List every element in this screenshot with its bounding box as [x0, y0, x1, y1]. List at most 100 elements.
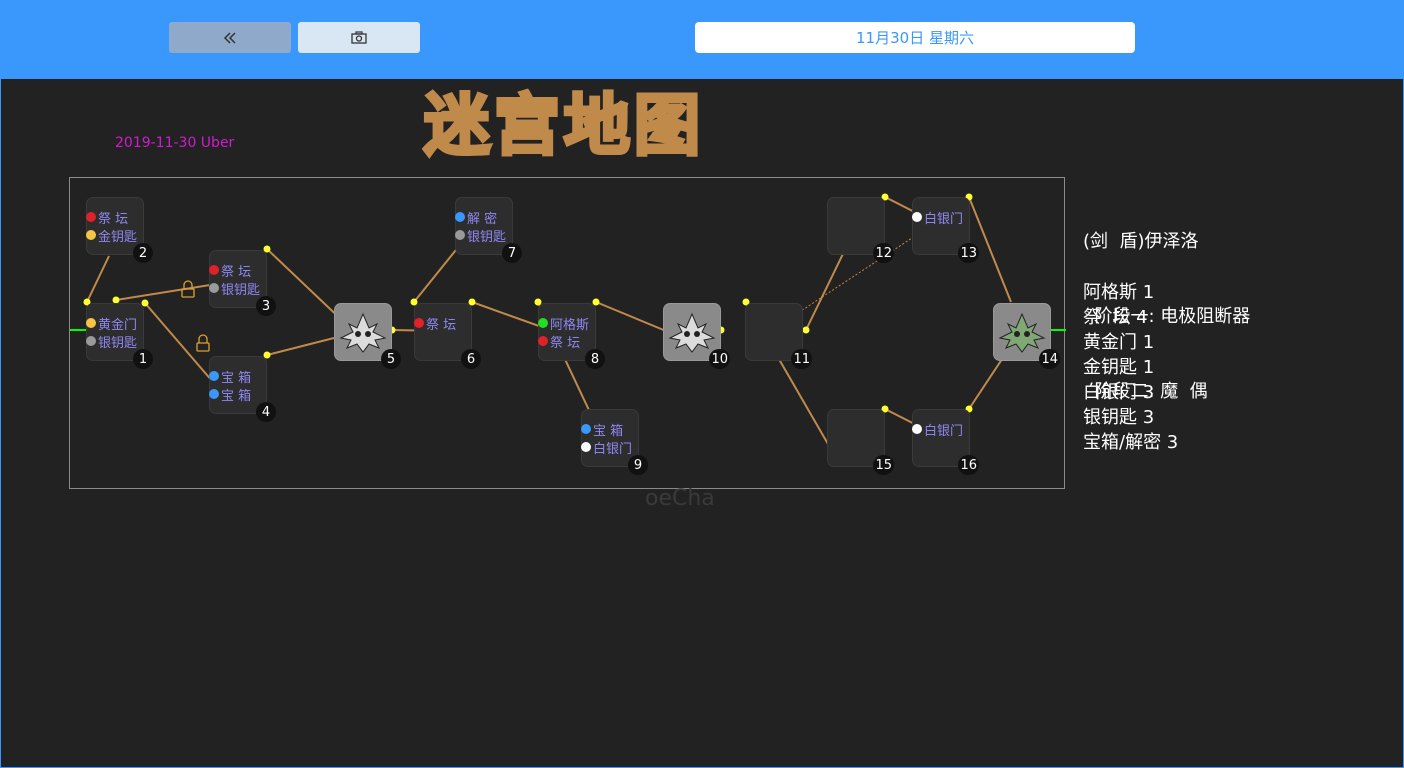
item-label: 银钥匙	[467, 229, 507, 245]
node-number: 15	[873, 455, 894, 475]
item-dot-icon	[86, 212, 96, 222]
back-button[interactable]	[169, 22, 291, 53]
room-count-item: 金钥匙 1	[1083, 357, 1155, 378]
map-node-6[interactable]: 祭 坛6	[414, 303, 481, 369]
item-label: 银钥匙	[98, 335, 138, 351]
room-counts: 阿格斯 1 祭 坛 4 黄金门 1 金钥匙 1 白银门 3 银钥匙 3 宝箱/解密 3	[1083, 280, 1178, 455]
node-item: 白银门	[581, 438, 633, 457]
boss-title: (剑 盾)伊泽洛	[1083, 231, 1199, 252]
node-item: 阿格斯	[538, 314, 590, 333]
node-number: 5	[381, 349, 401, 369]
node-number: 9	[628, 455, 648, 475]
camera-icon	[351, 31, 367, 44]
item-label: 解 密	[467, 211, 498, 227]
node-number: 12	[873, 243, 894, 263]
item-dot-icon	[209, 371, 219, 381]
room-count-item: 白银门 3	[1083, 382, 1155, 403]
lock-icon	[196, 342, 210, 352]
node-item: 祭 坛	[414, 314, 457, 333]
node-number: 11	[791, 349, 812, 369]
map-node-12[interactable]: 12	[827, 197, 894, 263]
node-item: 宝 箱	[581, 420, 624, 439]
item-dot-icon	[455, 230, 465, 240]
map-edge	[266, 337, 335, 356]
room-count-item: 黄金门 1	[1083, 332, 1155, 353]
map-node-3[interactable]: 祭 坛银钥匙 3	[209, 250, 276, 316]
item-dot-icon	[209, 265, 219, 275]
item-dot-icon	[538, 336, 548, 346]
item-label: 宝 箱	[593, 423, 624, 439]
map-node-5[interactable]: 5	[334, 303, 401, 369]
map-node-4[interactable]: 宝 箱宝 箱4	[209, 356, 276, 422]
item-dot-icon	[209, 283, 219, 293]
item-dot-icon	[912, 424, 922, 434]
node-item: 祭 坛	[538, 332, 581, 351]
node-item: 祭 坛	[86, 208, 129, 227]
item-label: 黄金门	[98, 317, 138, 333]
item-dot-icon	[538, 318, 548, 328]
node-number: 2	[133, 243, 153, 263]
map-node-11[interactable]: 11	[745, 303, 812, 369]
node-number: 16	[958, 455, 979, 475]
item-label: 祭 坛	[221, 264, 252, 280]
map-edge	[86, 255, 110, 303]
node-item: 银钥匙	[86, 332, 138, 351]
item-dot-icon	[209, 389, 219, 399]
node-number: 4	[256, 402, 276, 422]
node-number: 13	[958, 243, 979, 263]
node-number: 10	[709, 349, 730, 369]
map-node-1[interactable]: 黄金门 银钥匙 1	[86, 303, 153, 369]
node-item: 宝 箱	[209, 385, 252, 404]
map-node-8[interactable]: 阿格斯祭 坛8	[538, 303, 605, 369]
node-item: 黄金门	[86, 314, 138, 333]
maze-map: oeCha 黄金门 银钥匙 1 祭 坛金钥匙 2 祭 坛银钥匙 3 宝 箱宝 箱4 5祭 坛6…	[69, 177, 1066, 511]
map-edge	[471, 301, 540, 327]
node-item: 白银门	[912, 420, 964, 439]
item-label: 祭 坛	[98, 211, 129, 227]
double-chevron-left-icon	[223, 31, 236, 44]
map-node-9[interactable]: 宝 箱白银门 9	[581, 409, 648, 475]
lock-icon	[181, 288, 195, 298]
svg-text:迷宫地图: 迷宫地图	[424, 87, 704, 162]
node-item: 解 密	[455, 208, 498, 227]
map-node-7[interactable]: 解 密银钥匙 7	[455, 197, 522, 263]
map-edge	[595, 301, 667, 332]
item-dot-icon	[581, 424, 591, 434]
top-toolbar: 11月30日 星期六	[0, 0, 1404, 79]
date-display[interactable]: 11月30日 星期六	[695, 22, 1135, 53]
map-edge	[115, 284, 211, 301]
node-number: 6	[461, 349, 481, 369]
node-item: 金钥匙	[86, 226, 138, 245]
item-label: 白银门	[924, 211, 964, 227]
item-label: 白银门	[924, 423, 964, 439]
room-count-item: 阿格斯 1	[1083, 282, 1155, 303]
item-label: 金钥匙	[98, 229, 138, 245]
map-node-16[interactable]: 白银门 16	[912, 409, 979, 475]
item-label: 阿格斯	[550, 317, 590, 333]
item-dot-icon	[455, 212, 465, 222]
room-count-item: 祭 坛 4	[1083, 307, 1148, 328]
room-count-item: 宝箱/解密 3	[1083, 432, 1179, 453]
map-date-label: 2019-11-30 Uber	[115, 135, 235, 151]
node-number: 14	[1039, 349, 1060, 369]
item-label: 宝 箱	[221, 388, 252, 404]
item-label: 银钥匙	[221, 282, 261, 298]
item-dot-icon	[581, 442, 591, 452]
node-number: 7	[502, 243, 522, 263]
map-node-10[interactable]: 10	[663, 303, 730, 369]
watermark: oeCha	[645, 486, 715, 511]
map-node-2[interactable]: 祭 坛金钥匙 2	[86, 197, 153, 263]
room-count-item: 银钥匙 3	[1083, 407, 1155, 428]
connector-dot	[802, 326, 810, 334]
item-label: 白银门	[593, 441, 633, 457]
item-dot-icon	[86, 230, 96, 240]
map-node-14[interactable]: 14	[993, 303, 1060, 369]
node-item: 宝 箱	[209, 367, 251, 386]
map-node-13[interactable]: 白银门 13	[912, 197, 979, 263]
node-item: 祭 坛	[209, 261, 252, 280]
maze-map-title: 迷宫地图	[422, 85, 704, 162]
item-label: 祭 坛	[550, 335, 581, 351]
screenshot-button[interactable]	[298, 22, 420, 53]
item-label: 祭 坛	[426, 317, 457, 333]
map-node-15[interactable]: 15	[827, 409, 894, 475]
